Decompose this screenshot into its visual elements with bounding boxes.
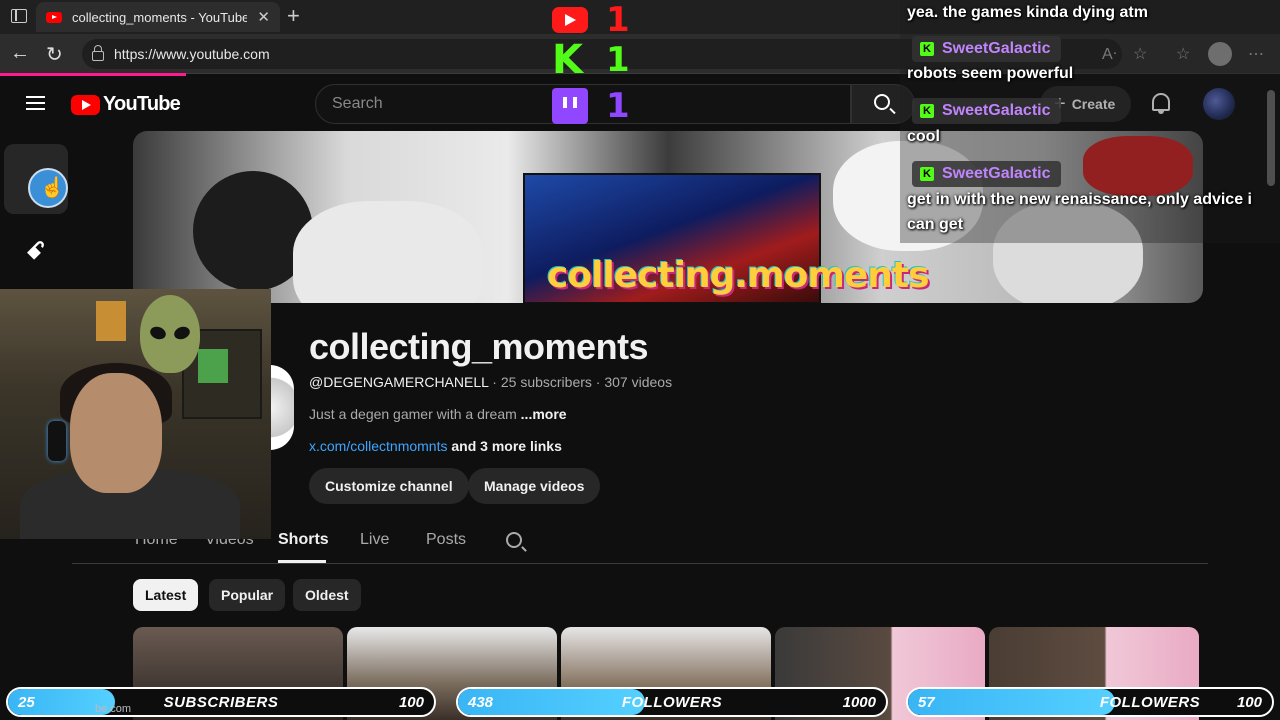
youtube-logo[interactable]: YouTube bbox=[71, 93, 181, 116]
headset-image bbox=[48, 421, 66, 461]
shorts-icon: ꗃ bbox=[26, 238, 46, 265]
chip-latest[interactable]: Latest bbox=[133, 579, 199, 611]
webcam-overlay bbox=[0, 289, 271, 539]
kick-count: 1 bbox=[606, 40, 630, 80]
url-text: https://www.youtube.com bbox=[114, 46, 270, 62]
chat-message: cool bbox=[907, 128, 940, 145]
chip-popular[interactable]: Popular bbox=[209, 579, 286, 611]
description-text: Just a degen gamer with a dream bbox=[309, 406, 517, 422]
chat-username: K SweetGalactic bbox=[912, 161, 1061, 187]
goal-target-value: 1000 bbox=[842, 694, 876, 711]
channel-avatar[interactable] bbox=[270, 365, 294, 450]
kick-badge-icon: K bbox=[920, 167, 934, 181]
chat-username-text: SweetGalactic bbox=[942, 40, 1051, 57]
alien-figure-image bbox=[140, 295, 200, 373]
channel-name: collecting_moments bbox=[309, 326, 649, 367]
more-links-button[interactable]: and 3 more links bbox=[451, 438, 561, 454]
video-count: 307 videos bbox=[604, 374, 673, 390]
meta-separator: · bbox=[591, 374, 605, 390]
kick-icon: K bbox=[552, 37, 583, 83]
channel-handle: @DEGENGAMERCHANELL bbox=[309, 374, 489, 390]
tab-posts[interactable]: Posts bbox=[426, 531, 466, 549]
goal-label: FOLLOWERS bbox=[621, 694, 723, 711]
screen: collecting_moments - YouTube ✕ + ← ↻ htt… bbox=[0, 0, 1280, 720]
twitch-viewer-count: 1 bbox=[552, 86, 632, 126]
description-more-link[interactable]: ...more bbox=[521, 406, 567, 422]
tab-title: collecting_moments - YouTube bbox=[72, 9, 248, 25]
twitch-icon bbox=[552, 88, 588, 124]
rail-item-home[interactable] bbox=[4, 144, 68, 214]
youtube-count: 1 bbox=[606, 0, 630, 40]
tab-live[interactable]: Live bbox=[360, 531, 389, 549]
channel-description[interactable]: Just a degen gamer with a dream ...more bbox=[309, 406, 567, 422]
youtube-favicon-icon bbox=[46, 11, 62, 23]
youtube-icon bbox=[552, 7, 588, 33]
rail-item-shorts[interactable]: ꗃ bbox=[4, 218, 68, 288]
kick-badge-icon: K bbox=[920, 104, 934, 118]
subscriber-goal-bar: 25 SUBSCRIBERS 100 bbox=[6, 687, 436, 717]
channel-search-icon[interactable] bbox=[506, 532, 522, 548]
chip-oldest[interactable]: Oldest bbox=[293, 579, 361, 611]
back-icon[interactable]: ← bbox=[10, 42, 30, 65]
chat-username-text: SweetGalactic bbox=[942, 102, 1051, 119]
kick-viewer-count: K 1 bbox=[552, 40, 632, 80]
goal-label: SUBSCRIBERS bbox=[163, 694, 279, 711]
kick-badge-icon: K bbox=[920, 42, 934, 56]
chat-username-text: SweetGalactic bbox=[942, 165, 1051, 182]
twitch-count: 1 bbox=[606, 86, 630, 126]
lock-icon bbox=[92, 45, 104, 61]
youtube-logo-text: YouTube bbox=[103, 93, 181, 115]
browser-tab[interactable]: collecting_moments - YouTube ✕ bbox=[36, 2, 280, 32]
menu-icon[interactable] bbox=[26, 96, 45, 110]
goal-label: FOLLOWERS bbox=[1099, 694, 1201, 711]
follower-goal-bar: 438 FOLLOWERS 1000 bbox=[456, 687, 888, 717]
active-tab-indicator bbox=[278, 560, 326, 563]
manage-videos-button[interactable]: Manage videos bbox=[468, 468, 601, 504]
chat-username: K SweetGalactic bbox=[912, 98, 1061, 124]
reload-icon[interactable]: ↻ bbox=[46, 42, 63, 67]
customize-channel-button[interactable]: Customize channel bbox=[309, 468, 469, 504]
subscriber-count: 25 subscribers bbox=[500, 374, 592, 390]
hand-cursor-icon bbox=[28, 168, 68, 208]
chat-overlay: yea. the games kinda dying atm K SweetGa… bbox=[900, 0, 1280, 245]
meta-separator: · bbox=[488, 374, 501, 390]
vertical-tabs-icon[interactable] bbox=[11, 9, 27, 23]
close-tab-icon[interactable]: ✕ bbox=[257, 8, 270, 26]
youtube-logo-icon bbox=[71, 94, 100, 115]
banner-artwork-text: collecting.moments bbox=[547, 255, 930, 296]
wall-poster-image bbox=[96, 301, 126, 341]
goal-target-value: 100 bbox=[398, 694, 424, 711]
streamer-face-image bbox=[70, 373, 162, 493]
search-icon bbox=[874, 94, 890, 110]
channel-meta: @DEGENGAMERCHANELL · 25 subscribers · 30… bbox=[309, 374, 672, 390]
chat-message: robots seem powerful bbox=[907, 65, 1074, 82]
channel-external-link[interactable]: x.com/collectnmomnts bbox=[309, 438, 447, 454]
chat-message: yea. the games kinda dying atm bbox=[907, 4, 1148, 21]
chat-message: get in with the new renaissance, only ad… bbox=[907, 191, 1252, 233]
dreamcast-controller-image bbox=[293, 201, 483, 303]
new-tab-icon[interactable]: + bbox=[287, 3, 300, 29]
goal-target-value: 100 bbox=[1236, 694, 1262, 711]
status-bar-url: be.com bbox=[95, 703, 132, 715]
goal-current-value: 57 bbox=[918, 694, 935, 711]
channel-links: x.com/collectnmomnts and 3 more links bbox=[309, 438, 562, 454]
follower-goal-bar: 57 FOLLOWERS 100 bbox=[906, 687, 1274, 717]
youtube-viewer-count: 1 bbox=[552, 0, 632, 40]
platform-viewer-counts: 1 K 1 1 bbox=[552, 0, 632, 130]
creeper-figure-image bbox=[198, 349, 228, 383]
banner-artwork: collecting.moments bbox=[523, 173, 930, 303]
tab-shorts[interactable]: Shorts bbox=[278, 531, 329, 549]
chat-username: K SweetGalactic bbox=[912, 36, 1061, 62]
